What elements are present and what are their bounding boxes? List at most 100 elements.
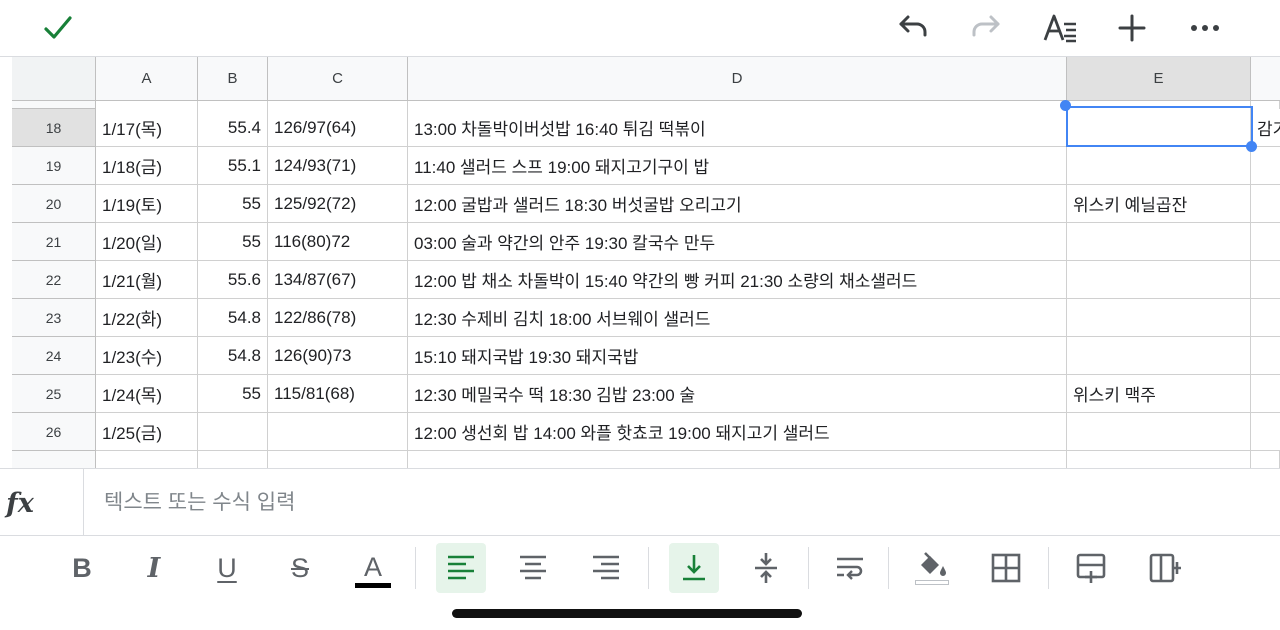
- italic-button[interactable]: I: [129, 543, 179, 593]
- cell-a[interactable]: 1/24(목): [96, 375, 198, 413]
- cell-b[interactable]: 55.6: [198, 261, 268, 299]
- cell-e[interactable]: [1067, 223, 1251, 261]
- cell-f[interactable]: [1251, 413, 1280, 451]
- column-header-f[interactable]: [1251, 57, 1280, 101]
- cell-f[interactable]: [1251, 337, 1280, 375]
- cell-d[interactable]: 12:00 굴밥과 샐러드 18:30 버섯굴밥 오리고기: [408, 185, 1067, 223]
- column-header-e[interactable]: E: [1067, 57, 1251, 101]
- cell-a[interactable]: 1/18(금): [96, 147, 198, 185]
- partial-row-cell: [96, 101, 198, 109]
- cell-f[interactable]: [1251, 223, 1280, 261]
- cell-c[interactable]: 115/81(68): [268, 375, 408, 413]
- cell-f[interactable]: [1251, 261, 1280, 299]
- cell-f[interactable]: [1251, 185, 1280, 223]
- cell-e[interactable]: [1067, 147, 1251, 185]
- cell-b[interactable]: 55: [198, 185, 268, 223]
- insert-row-button[interactable]: [1067, 543, 1117, 593]
- cell-e[interactable]: [1067, 109, 1251, 147]
- cell-d[interactable]: 12:30 메밀국수 떡 18:30 김밥 23:00 술: [408, 375, 1067, 413]
- cell-e[interactable]: [1067, 413, 1251, 451]
- align-left-button[interactable]: [436, 543, 486, 593]
- column-header-c[interactable]: C: [268, 57, 408, 101]
- undo-icon[interactable]: [891, 6, 935, 50]
- row-header[interactable]: 25: [12, 375, 96, 413]
- cell-e[interactable]: 위스키 맥주: [1067, 375, 1251, 413]
- cell-a[interactable]: 1/22(화): [96, 299, 198, 337]
- home-indicator[interactable]: [452, 609, 802, 618]
- fill-color-icon: [921, 551, 946, 576]
- cell-f[interactable]: [1251, 147, 1280, 185]
- cell-c[interactable]: 116(80)72: [268, 223, 408, 261]
- cell-b[interactable]: [198, 413, 268, 451]
- cell-c[interactable]: 122/86(78): [268, 299, 408, 337]
- cell-f[interactable]: [1251, 375, 1280, 413]
- row-header[interactable]: 24: [12, 337, 96, 375]
- cell-c[interactable]: 126/97(64): [268, 109, 408, 147]
- column-header-d[interactable]: D: [408, 57, 1067, 101]
- cell-d[interactable]: 12:00 생선회 밥 14:00 와플 핫쵸코 19:00 돼지고기 샐러드: [408, 413, 1067, 451]
- cell-d[interactable]: 12:30 수제비 김치 18:00 서브웨이 샐러드: [408, 299, 1067, 337]
- align-center-button[interactable]: [508, 543, 558, 593]
- cell-c[interactable]: [268, 413, 408, 451]
- cell-e[interactable]: 위스키 예닐곱잔: [1067, 185, 1251, 223]
- cell-b[interactable]: 55.1: [198, 147, 268, 185]
- cell-c[interactable]: 125/92(72): [268, 185, 408, 223]
- cell-a[interactable]: 1/21(월): [96, 261, 198, 299]
- cell-b[interactable]: 55: [198, 223, 268, 261]
- underline-button[interactable]: U: [202, 543, 252, 593]
- cell-e[interactable]: [1067, 337, 1251, 375]
- cell-c[interactable]: 134/87(67): [268, 261, 408, 299]
- cell-e[interactable]: [1067, 261, 1251, 299]
- cell-f[interactable]: 감기: [1251, 109, 1280, 147]
- cell-c[interactable]: 124/93(71): [268, 147, 408, 185]
- bold-button[interactable]: B: [57, 543, 107, 593]
- cell-f[interactable]: [1251, 299, 1280, 337]
- insert-column-button[interactable]: [1140, 543, 1190, 593]
- row-header[interactable]: 19: [12, 147, 96, 185]
- row-header[interactable]: 26: [12, 413, 96, 451]
- check-icon[interactable]: [36, 6, 80, 50]
- row-header[interactable]: 21: [12, 223, 96, 261]
- cell-d[interactable]: 12:00 밥 채소 차돌박이 15:40 약간의 빵 커피 21:30 소량의…: [408, 261, 1067, 299]
- partial-row-cell: [408, 101, 1067, 109]
- cell-a[interactable]: 1/25(금): [96, 413, 198, 451]
- strikethrough-button[interactable]: S: [275, 543, 325, 593]
- cell-c[interactable]: 126(90)73: [268, 337, 408, 375]
- cell-d[interactable]: 15:10 돼지국밥 19:30 돼지국밥: [408, 337, 1067, 375]
- fill-color-button[interactable]: [907, 543, 957, 593]
- spreadsheet-grid[interactable]: A B C D E 18 1/17(목) 55.4 126/97(64) 13:00 차…: [0, 57, 1280, 468]
- more-icon[interactable]: [1183, 6, 1227, 50]
- formula-input[interactable]: [104, 489, 1104, 517]
- cell-b[interactable]: 55.4: [198, 109, 268, 147]
- cell-a[interactable]: 1/19(토): [96, 185, 198, 223]
- wrap-text-button[interactable]: [825, 543, 875, 593]
- text-format-icon[interactable]: [1038, 6, 1082, 50]
- row-header[interactable]: 18: [12, 109, 96, 147]
- row-header[interactable]: 23: [12, 299, 96, 337]
- cell-a[interactable]: 1/17(목): [96, 109, 198, 147]
- select-all-corner[interactable]: [12, 57, 96, 101]
- cell-b[interactable]: 54.8: [198, 337, 268, 375]
- valign-bottom-button[interactable]: [669, 543, 719, 593]
- cell-d[interactable]: 13:00 차돌박이버섯밥 16:40 튀김 떡볶이: [408, 109, 1067, 147]
- cell-a[interactable]: 1/20(일): [96, 223, 198, 261]
- valign-middle-button[interactable]: [741, 543, 791, 593]
- row-header[interactable]: 22: [12, 261, 96, 299]
- partial-row-cell: [96, 451, 198, 468]
- redo-icon[interactable]: [964, 6, 1008, 50]
- align-right-button[interactable]: [581, 543, 631, 593]
- selection-handle-bottom[interactable]: [1246, 141, 1257, 152]
- column-header-b[interactable]: B: [198, 57, 268, 101]
- column-header-a[interactable]: A: [96, 57, 198, 101]
- cell-d[interactable]: 11:40 샐러드 스프 19:00 돼지고기구이 밥: [408, 147, 1067, 185]
- selection-handle-top[interactable]: [1060, 100, 1071, 111]
- cell-d[interactable]: 03:00 술과 약간의 안주 19:30 칼국수 만두: [408, 223, 1067, 261]
- cell-a[interactable]: 1/23(수): [96, 337, 198, 375]
- borders-button[interactable]: [981, 543, 1031, 593]
- plus-icon[interactable]: [1110, 6, 1154, 50]
- cell-e[interactable]: [1067, 299, 1251, 337]
- row-header[interactable]: 20: [12, 185, 96, 223]
- cell-b[interactable]: 54.8: [198, 299, 268, 337]
- cell-b[interactable]: 55: [198, 375, 268, 413]
- text-color-button[interactable]: A: [348, 543, 398, 593]
